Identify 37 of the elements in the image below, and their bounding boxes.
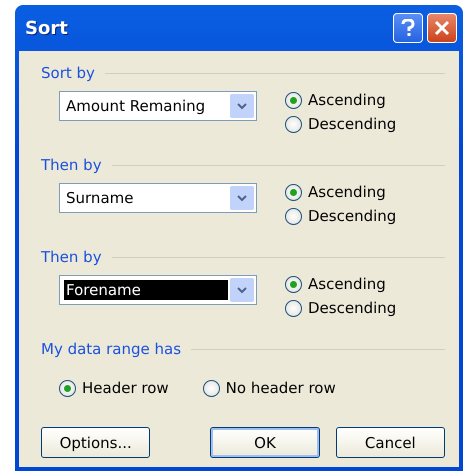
radio-option[interactable]: No header row <box>202 371 336 405</box>
radio-button[interactable] <box>285 116 302 132</box>
group-heading: Sort by <box>41 64 95 82</box>
close-icon <box>434 20 450 36</box>
dialog-button[interactable]: Options... <box>41 427 150 458</box>
radio-option[interactable]: Ascending <box>285 91 396 109</box>
group-heading: My data range has <box>41 340 182 358</box>
radio-button[interactable] <box>285 92 302 108</box>
radio-button[interactable] <box>59 380 76 396</box>
radio-button[interactable] <box>285 276 302 292</box>
group-heading: Then by <box>41 156 102 174</box>
dialog-button[interactable]: Cancel <box>336 427 445 458</box>
radio-option[interactable]: Header row <box>59 371 169 405</box>
chevron-down-icon <box>237 102 247 110</box>
window-title: Sort <box>25 18 68 38</box>
help-icon <box>400 19 416 37</box>
radio-button[interactable] <box>285 300 302 316</box>
close-button[interactable] <box>427 13 457 43</box>
dropdown-button[interactable] <box>230 94 254 118</box>
radio-option[interactable]: Ascending <box>285 275 396 293</box>
radio-option[interactable]: Descending <box>285 299 396 317</box>
help-button[interactable] <box>393 13 423 43</box>
group-heading: Then by <box>41 248 102 266</box>
radio-button[interactable] <box>285 184 302 200</box>
dropdown-button[interactable] <box>230 186 254 210</box>
chevron-down-icon <box>237 194 247 202</box>
chevron-down-icon <box>237 286 247 294</box>
dropdown-field[interactable]: Forename <box>59 275 257 305</box>
dropdown-field[interactable]: Amount Remaning <box>59 91 257 121</box>
radio-option[interactable]: Ascending <box>285 183 396 201</box>
dialog-button[interactable]: OK <box>210 427 320 458</box>
radio-button[interactable] <box>202 380 220 396</box>
radio-option[interactable]: Descending <box>285 207 396 225</box>
radio-option[interactable]: Descending <box>285 115 396 133</box>
dropdown-field[interactable]: Surname <box>59 183 257 213</box>
radio-button[interactable] <box>285 208 302 224</box>
dropdown-button[interactable] <box>230 278 254 302</box>
